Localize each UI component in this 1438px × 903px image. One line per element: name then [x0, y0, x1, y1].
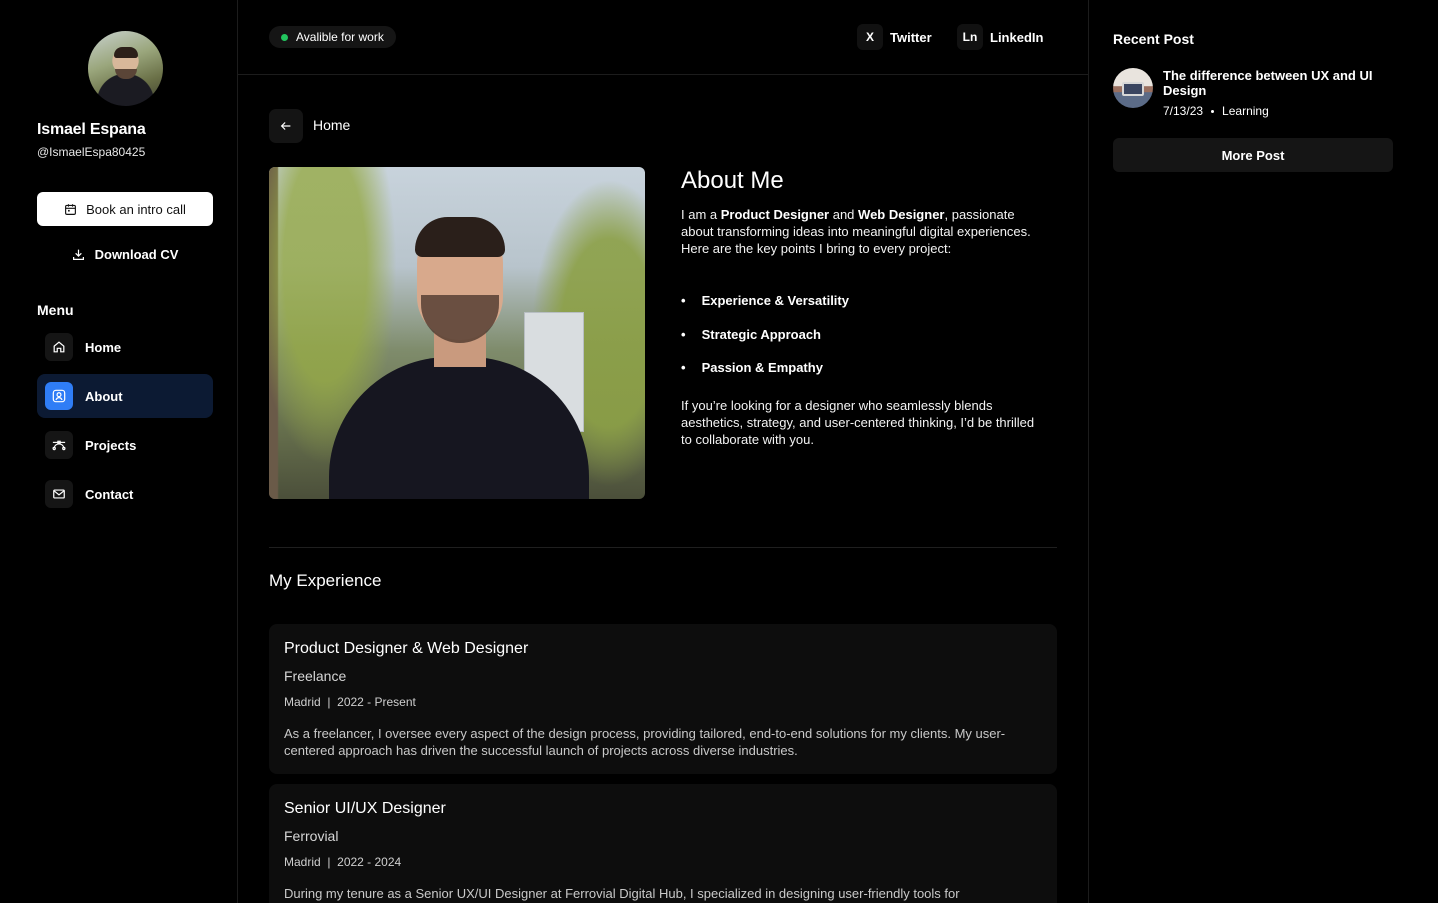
download-cv-button[interactable]: Download CV: [37, 240, 213, 268]
sidebar-item-about[interactable]: About: [37, 374, 213, 418]
about-intro: I am a Product Designer and Web Designer…: [681, 207, 1031, 256]
menu-heading: Menu: [37, 302, 74, 318]
sidebar-item-projects[interactable]: Projects: [37, 423, 213, 467]
profile-handle: @IsmaelEspa80425: [37, 145, 146, 159]
mail-icon: [45, 480, 73, 508]
sidebar-item-label: Home: [85, 339, 122, 355]
sidebar-item-label: About: [85, 388, 123, 404]
back-button[interactable]: [269, 109, 303, 143]
role-product-designer: Product Designer: [720, 207, 830, 222]
profile-photo: [269, 167, 645, 499]
more-post-button[interactable]: More Post: [1113, 138, 1393, 172]
availability-text: Avalible for work: [296, 30, 384, 44]
availability-badge: Avalible for work: [269, 26, 396, 48]
separator-dot-icon: [1211, 109, 1215, 113]
experience-card: Senior UI/UX Designer Ferrovial Madrid |…: [269, 784, 1057, 903]
post-date: 7/13/23: [1163, 104, 1204, 118]
left-sidebar: Ismael Espana @IsmaelEspa80425 Book an i…: [0, 0, 238, 903]
right-sidebar: Recent Post The difference between UX an…: [1089, 0, 1438, 903]
download-cv-label: Download CV: [94, 246, 179, 262]
x-logo-icon: X: [857, 24, 883, 50]
experience-description: As a freelancer, I oversee every aspect …: [284, 726, 1006, 758]
top-bar: Avalible for work X Twitter Ln LinkedIn: [238, 0, 1089, 75]
user-icon: [45, 382, 73, 410]
experience-role: Senior UI/UX Designer: [284, 800, 446, 817]
arrow-left-icon: [280, 122, 291, 130]
book-intro-call-label: Book an intro call: [86, 201, 186, 217]
sidebar-item-contact[interactable]: Contact: [37, 472, 213, 516]
sidebar-item-label: Contact: [85, 486, 134, 502]
avatar: [88, 31, 163, 106]
experience-company: Ferrovial: [284, 828, 339, 844]
key-point: • Experience & Versatility: [681, 293, 849, 308]
breadcrumb-home[interactable]: Home: [313, 117, 350, 133]
sidebar-item-label: Projects: [85, 437, 137, 453]
about-title: About Me: [681, 167, 784, 194]
bezier-icon: [45, 431, 73, 459]
calendar-icon: [65, 203, 77, 215]
profile-name: Ismael Espana: [37, 121, 146, 138]
home-icon: [45, 333, 73, 361]
about-outro: If you’re looking for a designer who sea…: [681, 398, 1035, 447]
download-icon: [72, 249, 84, 260]
linkedin-logo-icon: Ln: [957, 24, 983, 50]
experience-meta: Madrid | 2022 - Present: [284, 695, 416, 709]
experience-role: Product Designer & Web Designer: [284, 640, 529, 657]
post-thumbnail[interactable]: [1113, 68, 1153, 108]
role-web-designer: Web Designer: [858, 207, 945, 222]
status-dot-icon: [281, 33, 288, 41]
experience-meta: Madrid | 2022 - 2024: [284, 855, 402, 869]
experience-title: My Experience: [269, 571, 382, 590]
post-category: Learning: [1222, 104, 1269, 118]
section-divider: [269, 547, 1057, 548]
post-title-link[interactable]: The difference between UX and UI Design: [1163, 68, 1388, 98]
twitter-link[interactable]: X Twitter: [857, 23, 932, 51]
key-point: • Strategic Approach: [681, 327, 821, 342]
key-point: • Passion & Empathy: [681, 360, 823, 375]
linkedin-label: LinkedIn: [990, 29, 1044, 45]
post-meta: 7/13/23 Learning: [1163, 104, 1269, 118]
experience-description: During my tenure as a Senior UX/UI Desig…: [284, 886, 960, 901]
main-content: Avalible for work X Twitter Ln LinkedIn …: [238, 0, 1089, 903]
linkedin-link[interactable]: Ln LinkedIn: [957, 23, 1043, 51]
sidebar-item-home[interactable]: Home: [37, 325, 213, 369]
book-intro-call-button[interactable]: Book an intro call: [37, 192, 213, 226]
experience-card: Product Designer & Web Designer Freelanc…: [269, 624, 1057, 774]
recent-post-heading: Recent Post: [1113, 31, 1194, 47]
twitter-label: Twitter: [890, 29, 932, 45]
experience-company: Freelance: [284, 668, 347, 684]
